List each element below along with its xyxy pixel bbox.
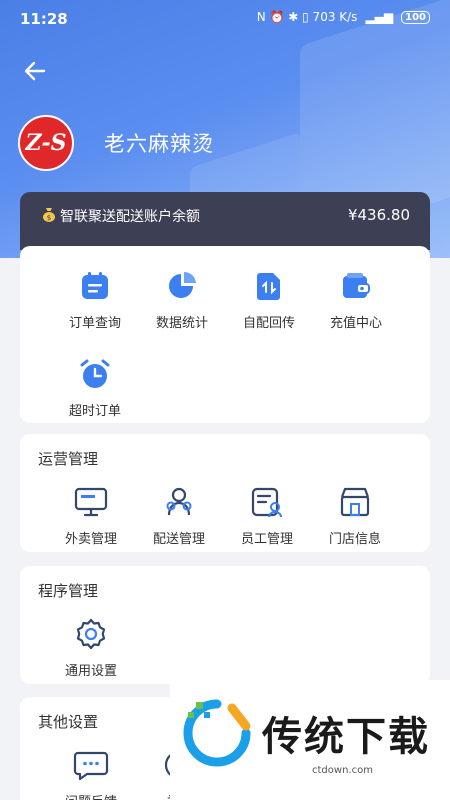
status-bar: 11:28 N ⏰ ✱ ▯ 703 K/s ▂▄▆ 100: [0, 0, 450, 38]
upload-file-icon: [249, 268, 289, 304]
store-info-button[interactable]: 门店信息: [310, 484, 400, 547]
timeout-orders-button[interactable]: 超时订单: [50, 356, 140, 419]
general-settings-button[interactable]: 通用设置: [46, 616, 136, 679]
data-stats-label: 数据统计: [155, 316, 208, 331]
status-icons: N ⏰ ✱ ▯ 703 K/s ▂▄▆ 100: [257, 10, 430, 24]
staff-management-button[interactable]: 员工管理: [222, 484, 312, 547]
staff-management-label: 员工管理: [240, 532, 293, 547]
pie-chart-icon: [162, 268, 202, 304]
battery-icon: 100: [401, 10, 430, 24]
self-delivery-return-button[interactable]: 自配回传: [224, 268, 314, 331]
order-query-button[interactable]: 订单查询: [50, 268, 140, 331]
watermark-text: 传统下载: [262, 714, 430, 760]
watermark-url: ctdown.com: [312, 765, 373, 776]
timeout-orders-label: 超时订单: [68, 404, 121, 419]
store-icon: [335, 484, 375, 520]
recharge-center-label: 充值中心: [329, 316, 382, 331]
balance-amount: ¥436.80: [347, 206, 410, 224]
data-stats-button[interactable]: 数据统计: [137, 268, 227, 331]
store-info-label: 门店信息: [328, 532, 381, 547]
wallet-icon: [336, 268, 376, 304]
balance-label-wrap: $ 智联聚送配送账户余额: [42, 206, 200, 226]
takeaway-management-label: 外卖管理: [64, 532, 117, 547]
general-settings-label: 通用设置: [64, 664, 117, 679]
gear-icon: [71, 616, 111, 652]
delivery-management-label: 配送管理: [152, 532, 205, 547]
store-name: 老六麻辣烫: [104, 132, 214, 156]
self-delivery-return-label: 自配回传: [242, 316, 295, 331]
balance-label: 智联聚送配送账户余额: [60, 209, 200, 225]
money-bag-icon: $: [42, 206, 56, 226]
watermark-overlay: 传统下载 ctdown.com: [170, 680, 450, 800]
staff-card-icon: [247, 484, 287, 520]
quick-actions-card: 订单查询 数据统计 自配回传 充值中心 超时订单: [20, 246, 430, 423]
balance-bar[interactable]: $ 智联聚送配送账户余额 ¥436.80: [20, 192, 430, 250]
back-arrow-icon[interactable]: [22, 58, 52, 84]
other-settings-title: 其他设置: [38, 713, 99, 731]
operations-card: 运营管理 外卖管理 配送管理 员工管理 门店信息: [20, 434, 430, 552]
status-indicators: N ⏰ ✱ ▯ 703 K/s: [256, 10, 358, 24]
operations-title: 运营管理: [38, 450, 99, 468]
program-card: 程序管理 通用设置: [20, 566, 430, 684]
monitor-icon: [71, 484, 111, 520]
feedback-button[interactable]: 问题反馈: [46, 747, 136, 800]
svg-text:$: $: [47, 214, 51, 222]
order-query-label: 订单查询: [68, 316, 121, 331]
feedback-label: 问题反馈: [46, 791, 136, 800]
delivery-management-button[interactable]: 配送管理: [134, 484, 224, 547]
status-time: 11:28: [20, 10, 68, 28]
alarm-clock-icon: [75, 356, 115, 392]
takeaway-management-button[interactable]: 外卖管理: [46, 484, 136, 547]
rider-icon: [159, 484, 199, 520]
feedback-icon: [71, 747, 111, 783]
store-logo: Z-S: [18, 115, 74, 171]
watermark-logo-icon: [182, 698, 252, 772]
order-query-icon: [75, 268, 115, 304]
program-title: 程序管理: [38, 582, 99, 600]
recharge-center-button[interactable]: 充值中心: [311, 268, 401, 331]
signal-icon: ▂▄▆: [365, 10, 394, 24]
